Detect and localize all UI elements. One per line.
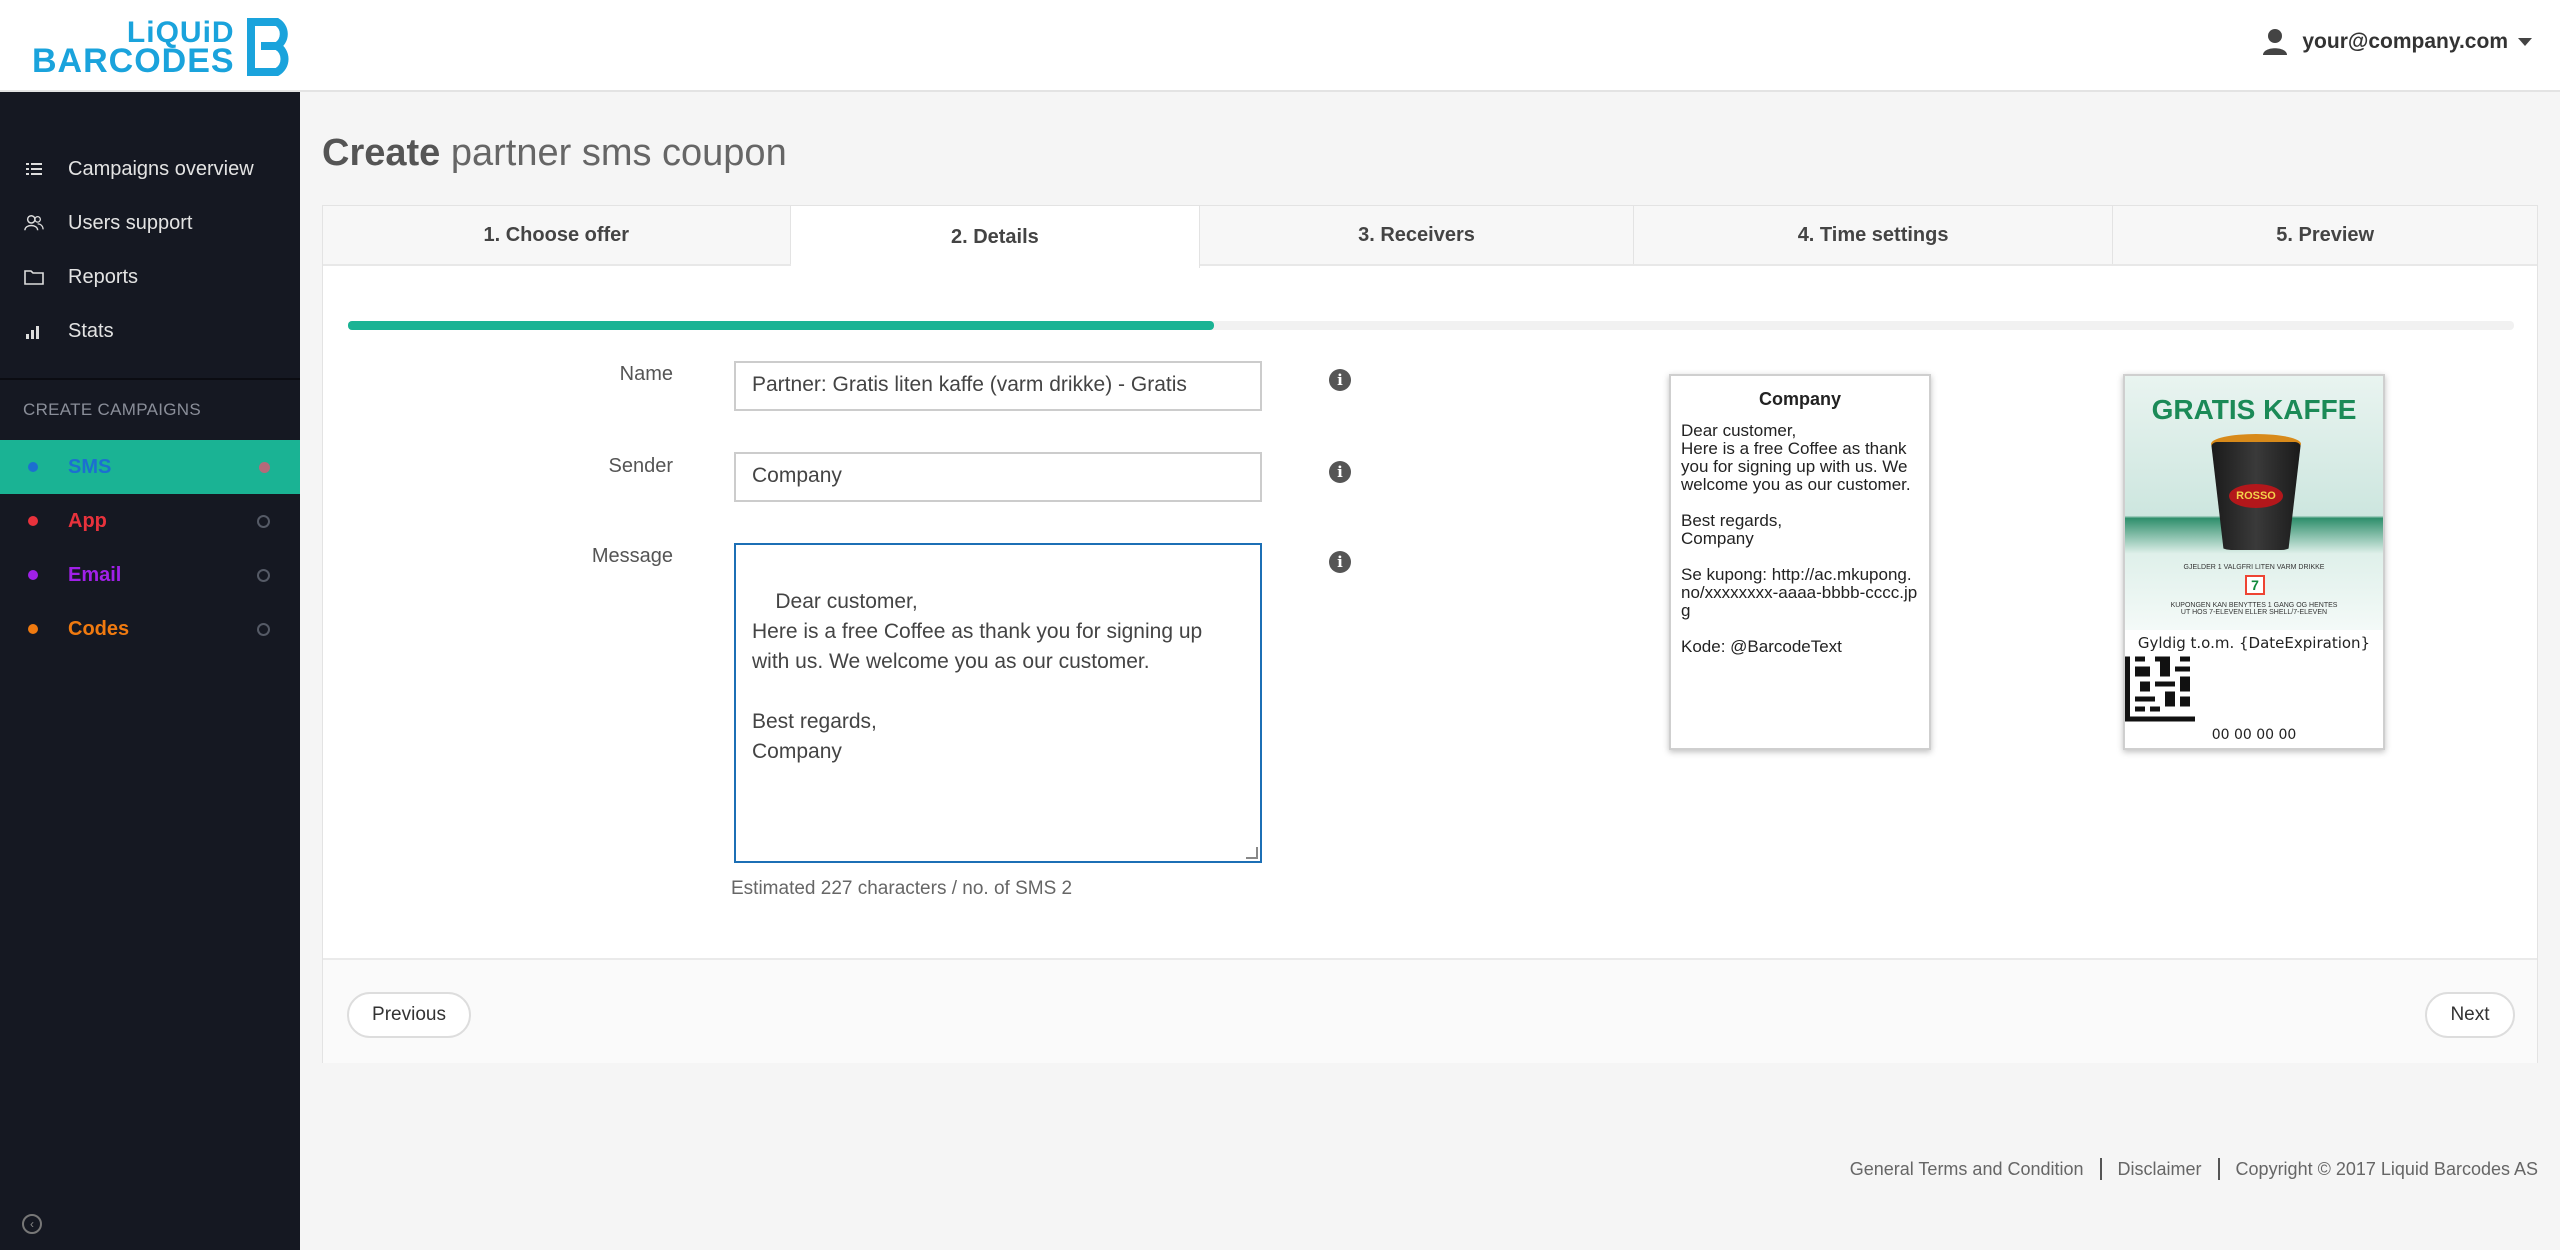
sms-preview-body: Dear customer, Here is a free Coffee as … (1681, 421, 1918, 656)
datamatrix-barcode-icon (2125, 656, 2195, 722)
page-title-rest: partner sms coupon (450, 132, 787, 174)
status-dot-icon (28, 570, 38, 580)
sidebar-item-label: Stats (68, 319, 114, 342)
name-field[interactable]: Partner: Gratis liten kaffe (varm drikke… (734, 361, 1262, 411)
radio-indicator-icon (257, 622, 270, 636)
status-dot-icon (28, 516, 38, 526)
info-icon[interactable]: i (1329, 461, 1351, 483)
copyright-text: Copyright © 2017 Liquid Barcodes AS (2235, 1158, 2538, 1179)
sidebar: Campaigns overview Users support Reports… (0, 92, 300, 1250)
radio-indicator-icon (257, 514, 270, 528)
resize-handle-icon[interactable] (1246, 847, 1258, 859)
user-menu[interactable]: your@company.com (2262, 28, 2532, 56)
sidebar-nav: Campaigns overview Users support Reports… (0, 142, 300, 358)
coupon-code-number: 00 00 00 00 (2211, 727, 2297, 743)
coupon-headline: GRATIS KAFFE (2151, 394, 2357, 425)
message-text: Dear customer, Here is a free Coffee as … (752, 590, 1203, 763)
bar-chart-icon (24, 323, 44, 339)
sms-preview-title: Company (1758, 389, 1841, 409)
tab-choose-offer[interactable]: 1. Choose offer (323, 206, 791, 264)
sidebar-campaign-app[interactable]: App (0, 494, 300, 548)
logo-line2: BARCODES (32, 42, 235, 80)
status-dot-icon (28, 462, 38, 472)
sender-field[interactable]: Company (734, 452, 1262, 502)
coupon-preview-card: GRATIS KAFFE ROSSO GJELDER 1 VALGFRI LIT… (2123, 374, 2385, 750)
sender-label: Sender (608, 455, 674, 477)
create-campaigns-heading: CREATE CAMPAIGNS (23, 400, 201, 419)
sidebar-item-label: Users support (68, 211, 193, 234)
coupon-fine-print-1: GJELDER 1 VALGFRI LITEN VARM DRIKKE (2183, 564, 2325, 571)
seven-eleven-logo-icon: 7 (2245, 575, 2265, 595)
sidebar-item-campaigns-overview[interactable]: Campaigns overview (0, 142, 300, 196)
previous-button[interactable]: Previous (347, 992, 471, 1038)
disclaimer-link[interactable]: Disclaimer (2118, 1159, 2202, 1180)
collapse-sidebar-icon[interactable]: ‹ (22, 1214, 42, 1234)
user-icon (2263, 29, 2288, 55)
sidebar-campaign-sms[interactable]: SMS (0, 440, 300, 494)
campaign-label: Email (68, 563, 122, 586)
tab-time-settings[interactable]: 4. Time settings (1634, 206, 2114, 264)
list-icon (24, 162, 44, 176)
sidebar-item-label: Campaigns overview (68, 157, 254, 180)
top-bar: LiQUiD BARCODES your@company.com (0, 0, 2560, 92)
terms-link[interactable]: General Terms and Condition (1850, 1159, 2084, 1180)
campaign-label: Codes (68, 617, 130, 640)
sms-estimate-text: Estimated 227 characters / no. of SMS 2 (731, 878, 1073, 899)
progress-bar (348, 321, 2514, 330)
name-label: Name (619, 363, 673, 385)
wizard-tabs: 1. Choose offer 2. Details 3. Receivers … (323, 206, 2537, 268)
logo-b-mark-icon (246, 18, 289, 76)
progress-bar-fill (348, 321, 1215, 330)
footer-divider (2099, 1158, 2102, 1180)
coupon-valid-text: Gyldig t.o.m. {DateExpiration} (2137, 634, 2371, 652)
users-icon (24, 214, 44, 232)
info-icon[interactable]: i (1329, 551, 1351, 573)
sidebar-item-reports[interactable]: Reports (0, 250, 300, 304)
status-dot-icon (28, 624, 38, 634)
tab-details[interactable]: 2. Details (790, 206, 1201, 268)
message-label: Message (591, 545, 673, 567)
radio-indicator-icon (257, 568, 270, 582)
sidebar-campaign-email[interactable]: Email (0, 548, 300, 602)
wizard-panel: 1. Choose offer 2. Details 3. Receivers … (322, 205, 2538, 1063)
page-footer: General Terms and Condition Disclaimer C… (1850, 1158, 2538, 1180)
sidebar-item-stats[interactable]: Stats (0, 304, 300, 358)
message-textarea[interactable]: Dear customer, Here is a free Coffee as … (734, 543, 1262, 863)
tab-receivers[interactable]: 3. Receivers (1200, 206, 1634, 264)
sidebar-campaign-codes[interactable]: Codes (0, 602, 300, 656)
user-email: your@company.com (2302, 30, 2508, 53)
page-title-bold: Create (322, 132, 441, 174)
liquid-barcodes-logo[interactable]: LiQUiD BARCODES (32, 16, 301, 78)
sidebar-item-users-support[interactable]: Users support (0, 196, 300, 250)
radio-indicator-icon (259, 461, 270, 473)
info-icon[interactable]: i (1329, 369, 1351, 391)
wizard-footer: Previous Next (323, 958, 2537, 1063)
campaign-label: App (68, 509, 107, 532)
chevron-down-icon (2518, 38, 2532, 46)
coupon-fine-print-2: KUPONGEN KAN BENYTTES 1 GANG OG HENTES U… (2170, 602, 2338, 616)
sms-preview-card: Company Dear customer, Here is a free Co… (1669, 374, 1931, 750)
cup-brand-label: ROSSO (2229, 484, 2283, 508)
page-title: Create partner sms coupon (322, 132, 787, 175)
next-button[interactable]: Next (2425, 992, 2515, 1038)
campaign-label: SMS (68, 455, 112, 478)
sidebar-item-label: Reports (68, 265, 139, 288)
tab-preview[interactable]: 5. Preview (2113, 206, 2537, 264)
footer-divider (2217, 1158, 2220, 1180)
coupon-image: GRATIS KAFFE ROSSO GJELDER 1 VALGFRI LIT… (2125, 376, 2383, 630)
folder-icon (24, 269, 44, 285)
